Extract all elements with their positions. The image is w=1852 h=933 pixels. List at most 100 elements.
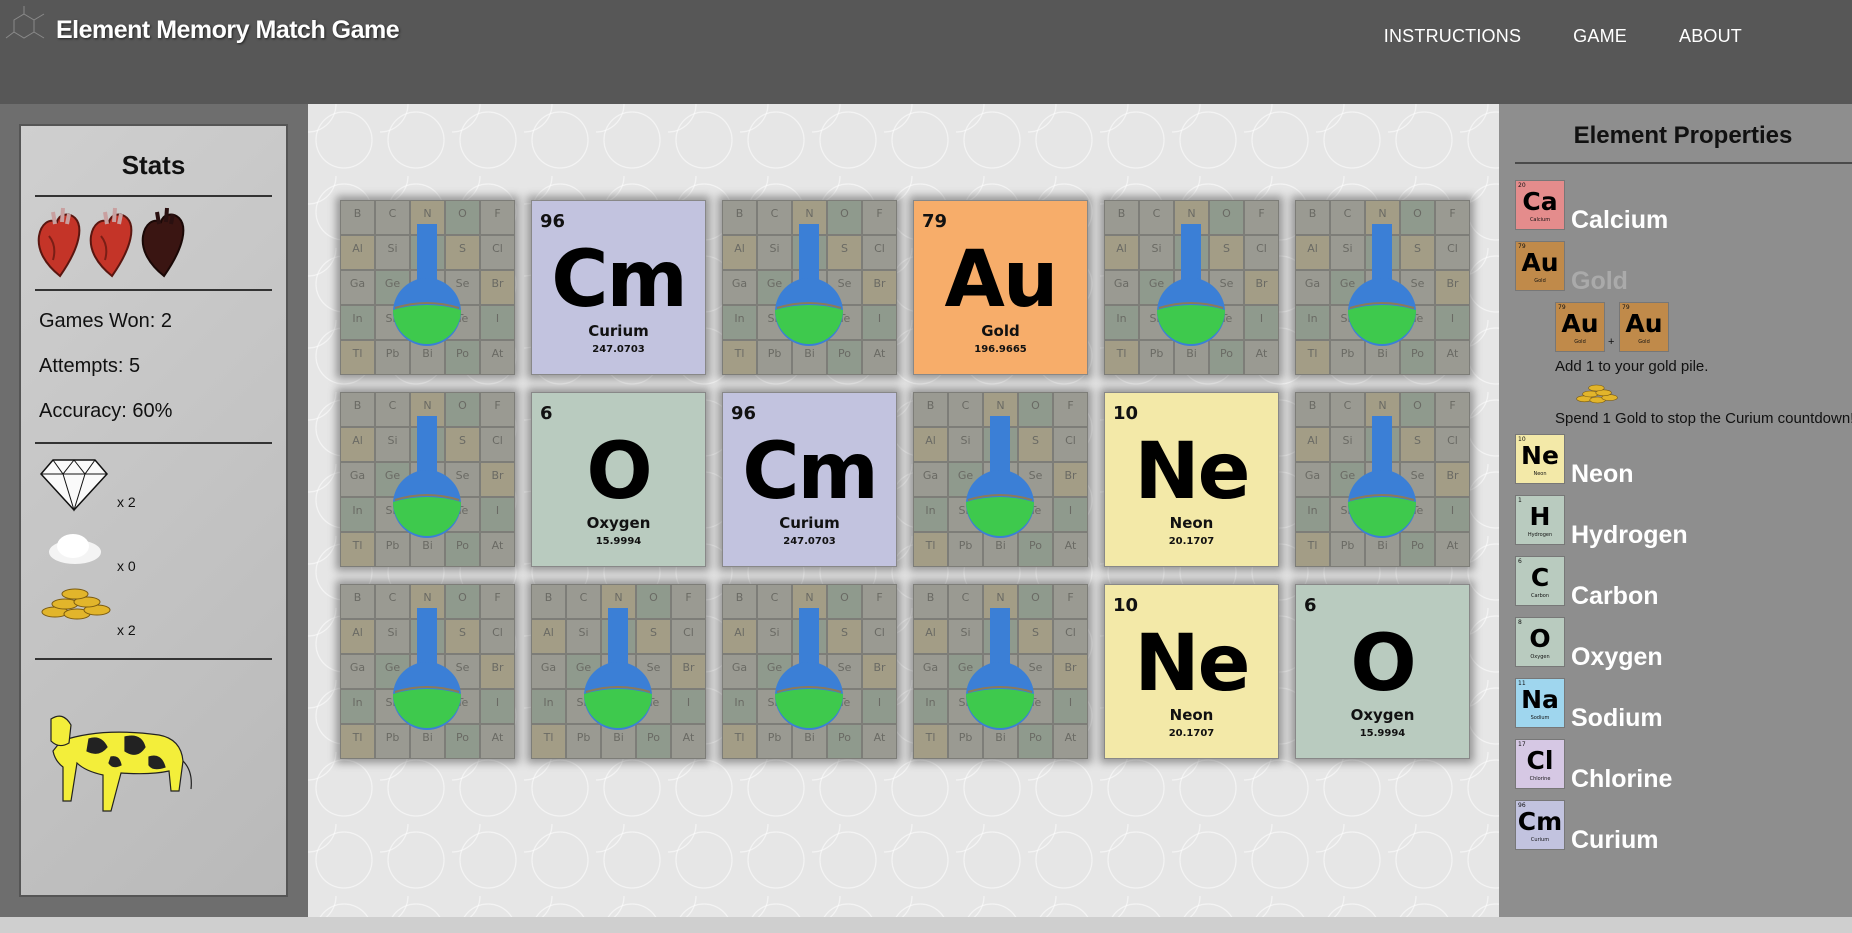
atomic-mass: 15.9994: [1359, 728, 1406, 739]
flask-icon: [1157, 224, 1225, 346]
card-back[interactable]: BCNOFAlSiPSClGaGeAsSeBrInSnSbTeITlPbBiPo…: [722, 584, 897, 759]
game-board: BCNOFAlSiPSClGaGeAsSeBrInSnSbTeITlPbBiPo…: [308, 104, 1499, 917]
salt-count: x 0: [117, 558, 136, 574]
element-card[interactable]: 6 O Oxygen 15.9994: [531, 392, 706, 567]
mini-element-tile: 8 O Oxygen: [1515, 617, 1565, 667]
mini-element-tile: 20 Ca Calcium: [1515, 180, 1565, 230]
gold-coins-icon: [41, 588, 111, 620]
property-label: Neon: [1571, 460, 1634, 488]
element-card[interactable]: 10 Ne Neon 20.1707: [1104, 584, 1279, 759]
mini-name: Neon: [1533, 471, 1547, 477]
property-label: Curium: [1571, 826, 1659, 854]
atomic-mass: 20.1707: [1168, 728, 1215, 739]
mini-element-tile: 10 Ne Neon: [1515, 434, 1565, 484]
card-back[interactable]: BCNOFAlSiPSClGaGeAsSeBrInSnSbTeITlPbBiPo…: [531, 584, 706, 759]
molecule-logo-icon: [5, 6, 45, 39]
element-properties-panel: Element Properties 20 Ca Calcium Calcium 79 A…: [1499, 104, 1852, 917]
flask-icon: [775, 224, 843, 346]
salt-pile-icon: [49, 534, 101, 564]
element-card[interactable]: 96 Cm Curium 247.0703: [531, 200, 706, 375]
mini-element-tile: 6 C Carbon: [1515, 556, 1565, 606]
nav-about[interactable]: ABOUT: [1679, 26, 1742, 47]
mini-symbol: O: [1529, 624, 1551, 653]
element-card[interactable]: 6 O Oxygen 15.9994: [1295, 584, 1470, 759]
mini-name: Gold: [1534, 278, 1546, 284]
element-card[interactable]: 79 Au Gold 196.9665: [913, 200, 1088, 375]
diamond-item: x 2: [21, 456, 286, 520]
flask-icon: [1348, 416, 1416, 538]
app-title: Element Memory Match Game: [56, 16, 400, 44]
mini-name: Carbon: [1530, 593, 1549, 599]
divider: [1515, 162, 1852, 164]
stats-title: Stats: [121, 150, 186, 180]
games-won: Games Won: 2: [39, 310, 173, 332]
property-label: Carbon: [1571, 582, 1659, 610]
nav-game[interactable]: GAME: [1573, 26, 1627, 47]
mini-symbol: Ne: [1521, 441, 1559, 470]
card-back[interactable]: BCNOFAlSiPSClGaGeAsSeBrInSnSbTeITlPbBiPo…: [1295, 392, 1470, 567]
atomic-number: 6: [1304, 595, 1317, 616]
heart-full-icon: [37, 207, 81, 278]
property-label: Sodium: [1571, 704, 1663, 732]
element-symbol: O: [1350, 619, 1416, 709]
combo-plus: +: [1608, 336, 1615, 348]
flask-icon: [393, 224, 461, 346]
mini-name: Curium: [1530, 837, 1550, 843]
atomic-number: 6: [540, 403, 553, 424]
property-label: Hydrogen: [1571, 521, 1688, 549]
element-name: Curium: [779, 514, 840, 532]
mini-symbol: Au: [1561, 309, 1599, 338]
flask-icon: [393, 416, 461, 538]
card-back[interactable]: BCNOFAlSiPSClGaGeAsSeBrInSnSbTeITlPbBiPo…: [722, 200, 897, 375]
mini-element-tile: 17 Cl Chlorine: [1515, 739, 1565, 789]
atomic-number: 10: [1113, 595, 1139, 616]
flask-icon: [584, 608, 652, 730]
property-label: Chlorine: [1571, 765, 1673, 793]
mini-element-tile: 1 H Hydrogen: [1515, 495, 1565, 545]
flask-icon: [966, 608, 1034, 730]
mini-symbol: Na: [1521, 685, 1559, 714]
element-card[interactable]: 10 Ne Neon 20.1707: [1104, 392, 1279, 567]
mini-symbol: Au: [1625, 309, 1663, 338]
atomic-number: 96: [540, 211, 566, 232]
main-nav: INSTRUCTIONS GAME ABOUT: [1384, 26, 1742, 47]
heart-full-icon: [89, 207, 133, 278]
mini-element-tile: 79 Au Gold: [1515, 241, 1565, 291]
atomic-mass: 247.0703: [783, 536, 836, 547]
property-label: Calcium: [1571, 206, 1669, 234]
card-back[interactable]: BCNOFAlSiPSClGaGeAsSeBrInSnSbTeITlPbBiPo…: [340, 392, 515, 567]
nav-instructions[interactable]: INSTRUCTIONS: [1384, 26, 1521, 47]
element-symbol: Cm: [742, 427, 879, 517]
diamond-icon: [39, 459, 109, 512]
card-back[interactable]: BCNOFAlSiPSClGaGeAsSeBrInSnSbTeITlPbBiPo…: [913, 584, 1088, 759]
card-back[interactable]: BCNOFAlSiPSClGaGeAsSeBrInSnSbTeITlPbBiPo…: [1104, 200, 1279, 375]
properties-title: Element Properties: [1573, 122, 1793, 149]
element-name: Oxygen: [586, 514, 651, 532]
element-symbol: Ne: [1134, 619, 1250, 709]
stats-box: Stats Games Won: 2 Attempts: 5 Accuracy:…: [19, 124, 288, 897]
element-card[interactable]: 96 Cm Curium 247.0703: [722, 392, 897, 567]
diamond-count: x 2: [117, 494, 136, 510]
gold-ability-text: Add 1 to your gold pile.: [1555, 358, 1709, 375]
card-back[interactable]: BCNOFAlSiPSClGaGeAsSeBrInSnSbTeITlPbBiPo…: [913, 392, 1088, 567]
element-name: Gold: [981, 322, 1020, 340]
divider: [35, 658, 272, 660]
mini-name: Hydrogen: [1527, 532, 1553, 538]
card-back[interactable]: BCNOFAlSiPSClGaGeAsSeBrInSnSbTeITlPbBiPo…: [1295, 200, 1470, 375]
mini-name: Chlorine: [1529, 776, 1551, 782]
gold-count: x 2: [117, 622, 136, 638]
gold-coins-icon: [1576, 384, 1618, 404]
mini-element-tile: 96 Cm Curium: [1515, 800, 1565, 850]
heart-empty-icon: [141, 207, 185, 278]
card-back[interactable]: BCNOFAlSiPSClGaGeAsSeBrInSnSbTeITlPbBiPo…: [340, 584, 515, 759]
atomic-mass: 247.0703: [592, 344, 645, 355]
mini-symbol: C: [1530, 563, 1550, 592]
element-symbol: Ne: [1134, 427, 1250, 517]
salt-item: x 0: [21, 520, 286, 584]
element-symbol: O: [586, 427, 652, 517]
flask-icon: [1348, 224, 1416, 346]
element-name: Neon: [1169, 706, 1214, 724]
gold-item: x 2: [21, 584, 286, 648]
element-name: Neon: [1169, 514, 1214, 532]
card-back[interactable]: BCNOFAlSiPSClGaGeAsSeBrInSnSbTeITlPbBiPo…: [340, 200, 515, 375]
